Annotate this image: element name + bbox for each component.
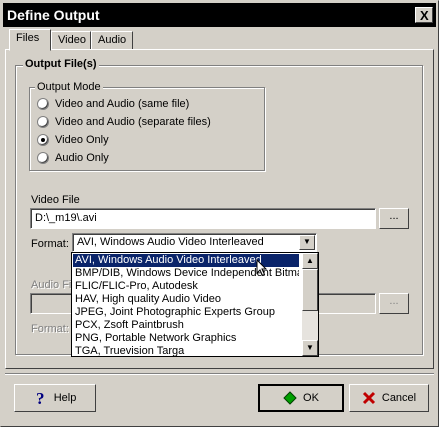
output-mode-label: Output Mode bbox=[35, 81, 103, 93]
ok-button[interactable]: OK bbox=[258, 384, 344, 412]
scroll-thumb[interactable] bbox=[302, 269, 318, 311]
mouse-cursor-icon bbox=[256, 259, 268, 277]
audio-format-label: Format: bbox=[31, 323, 69, 335]
red-x-icon bbox=[362, 391, 375, 405]
triangle-down-icon[interactable]: ▼ bbox=[299, 235, 315, 250]
radio-button[interactable] bbox=[37, 98, 49, 110]
radio-label: Video and Audio (separate files) bbox=[55, 116, 211, 128]
radio-label: Video Only bbox=[55, 134, 109, 146]
radio-button-selected[interactable] bbox=[37, 134, 49, 146]
browse-label: ... bbox=[389, 210, 399, 222]
list-item[interactable]: PNG, Portable Network Graphics bbox=[73, 332, 299, 345]
list-item[interactable]: PCX, Zsoft Paintbrush bbox=[73, 319, 299, 332]
radio-audio-only[interactable]: Audio Only bbox=[37, 150, 109, 166]
help-label: Help bbox=[53, 392, 77, 404]
radio-label: Video and Audio (same file) bbox=[55, 98, 190, 110]
separator bbox=[5, 373, 434, 375]
video-file-input[interactable]: D:\_m19\.avi bbox=[30, 208, 376, 229]
title-bar: Define Output X bbox=[3, 3, 436, 27]
list-item[interactable]: FLIC/FLIC-Pro, Autodesk bbox=[73, 280, 299, 293]
video-file-label: Video File bbox=[31, 194, 80, 206]
radio-video-audio-separate[interactable]: Video and Audio (separate files) bbox=[37, 114, 211, 130]
dropdown-scrollbar[interactable]: ▲ ▼ bbox=[302, 253, 318, 356]
cancel-label: Cancel bbox=[381, 392, 417, 404]
radio-button[interactable] bbox=[37, 152, 49, 164]
radio-video-audio-same[interactable]: Video and Audio (same file) bbox=[37, 96, 189, 112]
help-button[interactable]: ? Help bbox=[14, 384, 96, 412]
list-item[interactable]: HAV, High quality Audio Video bbox=[73, 293, 299, 306]
tab-video[interactable]: Video bbox=[51, 31, 91, 50]
output-files-label: Output File(s) bbox=[23, 58, 99, 70]
tab-files[interactable]: Files bbox=[9, 29, 51, 51]
radio-label: Audio Only bbox=[55, 152, 109, 164]
radio-video-only[interactable]: Video Only bbox=[37, 132, 109, 148]
tab-audio[interactable]: Audio bbox=[91, 31, 133, 50]
question-mark-icon: ? bbox=[36, 390, 45, 406]
radio-button[interactable] bbox=[37, 116, 49, 128]
tab-files-label: Files bbox=[16, 32, 40, 44]
video-browse-button[interactable]: ... bbox=[379, 208, 409, 229]
tab-video-label: Video bbox=[58, 34, 86, 46]
video-file-value: D:\_m19\.avi bbox=[35, 212, 97, 224]
audio-browse-button[interactable]: ... bbox=[379, 293, 409, 314]
cancel-button[interactable]: Cancel bbox=[349, 384, 429, 412]
svg-text:?: ? bbox=[36, 390, 45, 406]
list-item[interactable]: JPEG, Joint Photographic Experts Group bbox=[73, 306, 299, 319]
define-output-dialog: Define Output X Files Video Audio Output… bbox=[0, 0, 439, 427]
format-label: Format: bbox=[31, 238, 69, 250]
close-icon: X bbox=[420, 8, 429, 23]
close-button[interactable]: X bbox=[415, 7, 433, 23]
scroll-up-icon[interactable]: ▲ bbox=[302, 253, 318, 269]
format-select[interactable]: AVI, Windows Audio Video Interleaved ▼ bbox=[72, 233, 317, 252]
browse-label: ... bbox=[389, 295, 399, 307]
format-select-value: AVI, Windows Audio Video Interleaved bbox=[77, 236, 264, 248]
ok-label: OK bbox=[303, 392, 319, 404]
window-title: Define Output bbox=[7, 7, 100, 23]
scroll-down-icon[interactable]: ▼ bbox=[302, 340, 318, 356]
format-dropdown-list[interactable]: AVI, Windows Audio Video Interleaved BMP… bbox=[71, 252, 319, 357]
green-diamond-icon bbox=[283, 391, 297, 405]
tab-audio-label: Audio bbox=[98, 34, 127, 46]
list-item[interactable]: TGA, Truevision Targa bbox=[73, 345, 299, 356]
